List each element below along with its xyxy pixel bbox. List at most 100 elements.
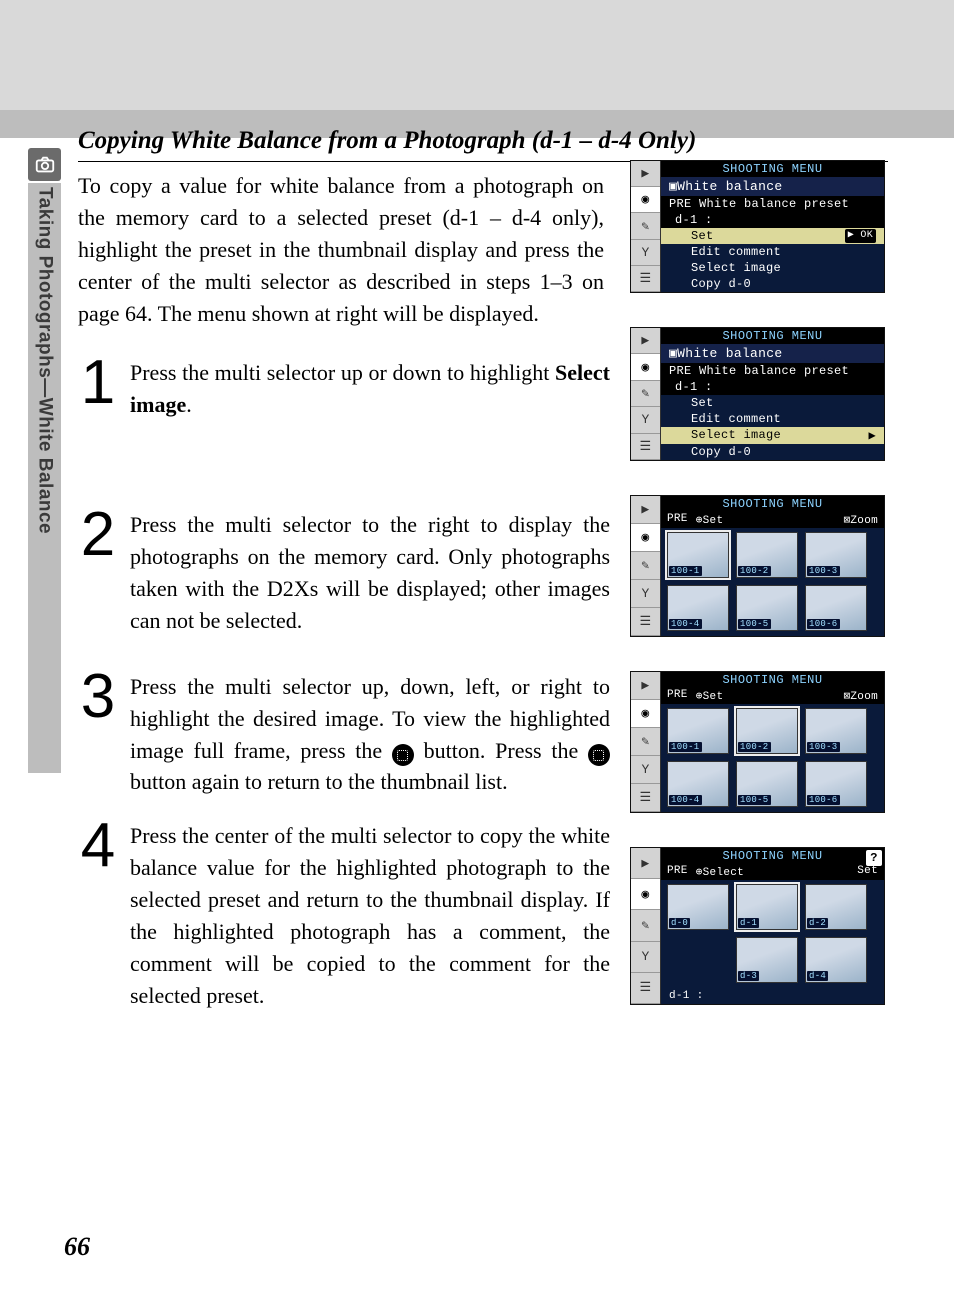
step-number-3: 3 bbox=[78, 671, 118, 799]
ok-badge: ▶ OK bbox=[845, 229, 876, 243]
thumb-header: PRE⊕Select Set bbox=[661, 864, 884, 880]
tab-pencil-icon: ✎ bbox=[631, 910, 660, 941]
thumb-label: 100-2 bbox=[738, 742, 771, 752]
thumb-label: 100-4 bbox=[669, 619, 702, 629]
tab-pencil-icon: ✎ bbox=[631, 728, 660, 756]
cam-title: SHOOTING MENU bbox=[661, 496, 884, 512]
thumbnail: 100-1 bbox=[667, 708, 729, 754]
camera-icon bbox=[28, 148, 61, 181]
step3-c: button again to return to the thumbnail … bbox=[130, 769, 508, 794]
tab-play-icon: ▶ bbox=[631, 672, 660, 700]
thumb-label: d-0 bbox=[669, 918, 690, 928]
tab-camera-icon: ◉ bbox=[631, 354, 660, 380]
step3-b: button. Press the bbox=[414, 738, 588, 763]
thumb-label: 100-3 bbox=[807, 566, 840, 576]
zoom-hint: ⊠Zoom bbox=[843, 513, 878, 527]
thumbnail: 100-5 bbox=[736, 761, 798, 807]
preset-thumb: d-1 bbox=[736, 884, 798, 930]
cam-d1-row: d-1 : bbox=[661, 212, 884, 228]
cam-wb-row: ▣White balance bbox=[661, 344, 884, 363]
cam-title: SHOOTING MENU bbox=[661, 848, 884, 864]
cam-wb-label: White balance bbox=[677, 179, 782, 194]
thumbnail: 100-2 bbox=[736, 708, 798, 754]
thumb-label: 100-6 bbox=[807, 619, 840, 629]
thumbnail: 100-4 bbox=[667, 761, 729, 807]
thumbnail: 100-6 bbox=[805, 761, 867, 807]
thumb-label: 100-3 bbox=[807, 742, 840, 752]
select-hint: ⊕Select bbox=[696, 865, 744, 879]
zoom-hint: ⊠Zoom bbox=[843, 689, 878, 703]
tab-play-icon: ▶ bbox=[631, 848, 660, 879]
cam-d1-row: d-1 : bbox=[661, 379, 884, 395]
tab-camera-icon: ◉ bbox=[631, 700, 660, 728]
camera-screen-1: ▶ ◉ ✎ Y ☰ SHOOTING MENU ▣White balance P… bbox=[630, 160, 885, 293]
thumbnail: 100-2 bbox=[736, 532, 798, 578]
thumbnail: 100-6 bbox=[805, 585, 867, 631]
thumb-label: d-2 bbox=[807, 918, 828, 928]
page-number: 66 bbox=[64, 1232, 90, 1262]
thumb-label: 100-6 bbox=[807, 795, 840, 805]
thumbnail: 100-4 bbox=[667, 585, 729, 631]
thumb-header: PRE⊕Set ⊠Zoom bbox=[661, 512, 884, 528]
step1-post: . bbox=[186, 392, 192, 417]
thumb-label: 100-5 bbox=[738, 619, 771, 629]
step-text-2: Press the multi selector to the right to… bbox=[130, 509, 610, 637]
preset-thumb: d-2 bbox=[805, 884, 867, 930]
step1-pre: Press the multi selector up or down to h… bbox=[130, 360, 555, 385]
cam-wb-label: White balance bbox=[677, 346, 782, 361]
tab-wrench-icon: Y bbox=[631, 407, 660, 433]
screenshot-rail: ▶ ◉ ✎ Y ☰ SHOOTING MENU ▣White balance P… bbox=[630, 160, 885, 1039]
step-number-4: 4 bbox=[78, 820, 118, 1011]
tab-recent-icon: ☰ bbox=[631, 784, 660, 812]
zoom-icon bbox=[392, 744, 414, 766]
tab-recent-icon: ☰ bbox=[631, 608, 660, 636]
enter-set-hint: Set bbox=[857, 865, 878, 879]
tab-pencil-icon: ✎ bbox=[631, 381, 660, 407]
cam-row-edit: Edit comment bbox=[661, 244, 884, 260]
sidebar-label: Taking Photographs—White Balance bbox=[34, 183, 56, 534]
preset-thumb: d-3 bbox=[736, 937, 798, 983]
top-grey-bar bbox=[0, 0, 954, 110]
cam-row-edit: Edit comment bbox=[661, 411, 884, 427]
cam-title: SHOOTING MENU bbox=[661, 161, 884, 177]
tab-pencil-icon: ✎ bbox=[631, 552, 660, 580]
step-text-4: Press the center of the multi selector t… bbox=[130, 820, 610, 1011]
pre-label: PRE bbox=[667, 689, 688, 703]
cam-title: SHOOTING MENU bbox=[661, 328, 884, 344]
pre-label: PRE bbox=[667, 513, 688, 527]
camera-screen-5: ▶ ◉ ✎ Y ☰ SHOOTING MENU ? PRE⊕Select Set… bbox=[630, 847, 885, 1005]
thumb-label: 100-1 bbox=[669, 742, 702, 752]
tab-wrench-icon: Y bbox=[631, 580, 660, 608]
sidebar: Taking Photographs—White Balance bbox=[28, 148, 64, 788]
thumb-label: 100-5 bbox=[738, 795, 771, 805]
cam-row-set: Set bbox=[661, 395, 884, 411]
cam-row-copy: Copy d-0 bbox=[661, 444, 884, 460]
tab-play-icon: ▶ bbox=[631, 328, 660, 354]
tab-play-icon: ▶ bbox=[631, 496, 660, 524]
thumb-label: d-1 bbox=[738, 918, 759, 928]
step-text-1: Press the multi selector up or down to h… bbox=[130, 357, 610, 421]
tab-wrench-icon: Y bbox=[631, 240, 660, 266]
cam-row-set: Set▶ OK bbox=[661, 228, 884, 244]
step-number-1: 1 bbox=[78, 357, 118, 421]
intro-paragraph: To copy a value for white balance from a… bbox=[78, 170, 604, 329]
cam-pre-row: PRE White balance preset bbox=[661, 363, 884, 379]
tab-camera-icon: ◉ bbox=[631, 879, 660, 910]
tab-wrench-icon: Y bbox=[631, 942, 660, 973]
set-hint: ⊕Set bbox=[696, 689, 724, 703]
cam-select-label: Select image bbox=[691, 428, 781, 443]
tab-pencil-icon: ✎ bbox=[631, 213, 660, 239]
tab-camera-icon: ◉ bbox=[631, 524, 660, 552]
cam-wb-row: ▣White balance bbox=[661, 177, 884, 196]
thumbnail: 100-1 bbox=[667, 532, 729, 578]
section-title: Copying White Balance from a Photograph … bbox=[78, 127, 888, 155]
thumb-label: 100-1 bbox=[669, 566, 702, 576]
camera-screen-2: ▶ ◉ ✎ Y ☰ SHOOTING MENU ▣White balance P… bbox=[630, 327, 885, 461]
cam-pre-row: PRE White balance preset bbox=[661, 196, 884, 212]
tab-recent-icon: ☰ bbox=[631, 973, 660, 1004]
thumb-label: d-4 bbox=[807, 971, 828, 981]
cam-title: SHOOTING MENU bbox=[661, 672, 884, 688]
sidebar-tab: Taking Photographs—White Balance bbox=[28, 183, 61, 773]
step-number-2: 2 bbox=[78, 509, 118, 637]
zoom-icon bbox=[588, 744, 610, 766]
